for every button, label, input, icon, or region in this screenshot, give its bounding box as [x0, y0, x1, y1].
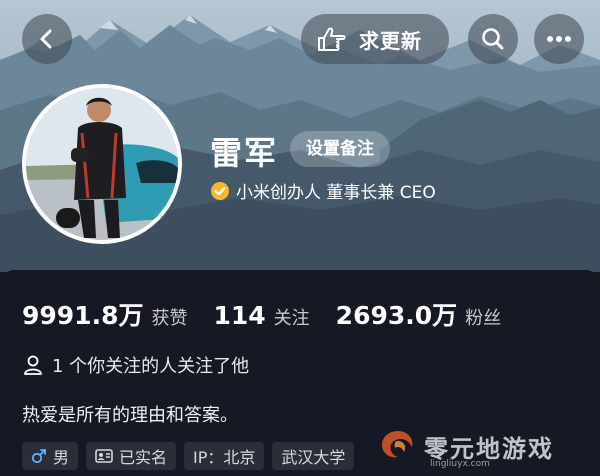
more-options-button[interactable] [534, 14, 584, 64]
tag-list: 男 已实名 IP：北京 武汉大学 [22, 442, 362, 470]
watermark-logo-icon [382, 430, 413, 457]
likes-label: 获赞 [151, 308, 188, 329]
followers-count[interactable]: 2693.0万 [336, 296, 457, 332]
gender-label: 男 [53, 448, 70, 467]
search-icon [482, 28, 504, 50]
likes-count: 9991.8万 [22, 301, 144, 330]
person-icon [24, 355, 42, 375]
avatar[interactable] [22, 84, 182, 244]
watermark-url: lingliuyx.com [430, 459, 490, 469]
profile-name: 雷军 [210, 134, 279, 172]
gender-tag: 男 [22, 442, 79, 470]
ip-location-tag: IP：北京 [184, 442, 265, 470]
stats-row: 9991.8万 获赞 114 关注 2693.0万 粉丝 [22, 296, 527, 332]
back-button[interactable] [22, 14, 72, 64]
school-tag[interactable]: 武汉大学 [272, 442, 355, 470]
real-name-label: 已实名 [119, 448, 168, 467]
avatar-photo [26, 88, 178, 240]
following-label[interactable]: 关注 [274, 304, 310, 330]
id-card-icon [95, 449, 113, 463]
back-icon [40, 29, 52, 49]
verification-row: 小米创办人 董事长兼 CEO [210, 178, 436, 203]
school-label: 武汉大学 [281, 448, 346, 467]
more-icon [547, 36, 571, 42]
mutual-follow-text: 1 个你关注的人关注了他 [52, 356, 250, 377]
male-icon [31, 448, 47, 464]
real-name-tag: 已实名 [86, 442, 177, 470]
request-update-label: 求更新 [359, 28, 422, 53]
request-update-button[interactable]: 求更新 [301, 14, 449, 64]
set-remark-button[interactable]: 设置备注 [290, 131, 390, 167]
search-button[interactable] [468, 14, 518, 64]
following-count[interactable]: 114 [213, 301, 265, 330]
verified-badge-icon [211, 181, 229, 200]
site-watermark: 零元地游戏 lingliuyx.com [378, 417, 600, 476]
followers-label[interactable]: 粉丝 [465, 304, 501, 330]
bio-text: 热爱是所有的理由和答案。 [22, 405, 238, 426]
thumbs-pointing-icon [318, 27, 346, 51]
mutual-follow-row[interactable]: 1 个你关注的人关注了他 [22, 352, 249, 378]
verified-title: 小米创办人 董事长兼 CEO [236, 183, 436, 203]
ip-location-label: IP：北京 [193, 448, 256, 467]
